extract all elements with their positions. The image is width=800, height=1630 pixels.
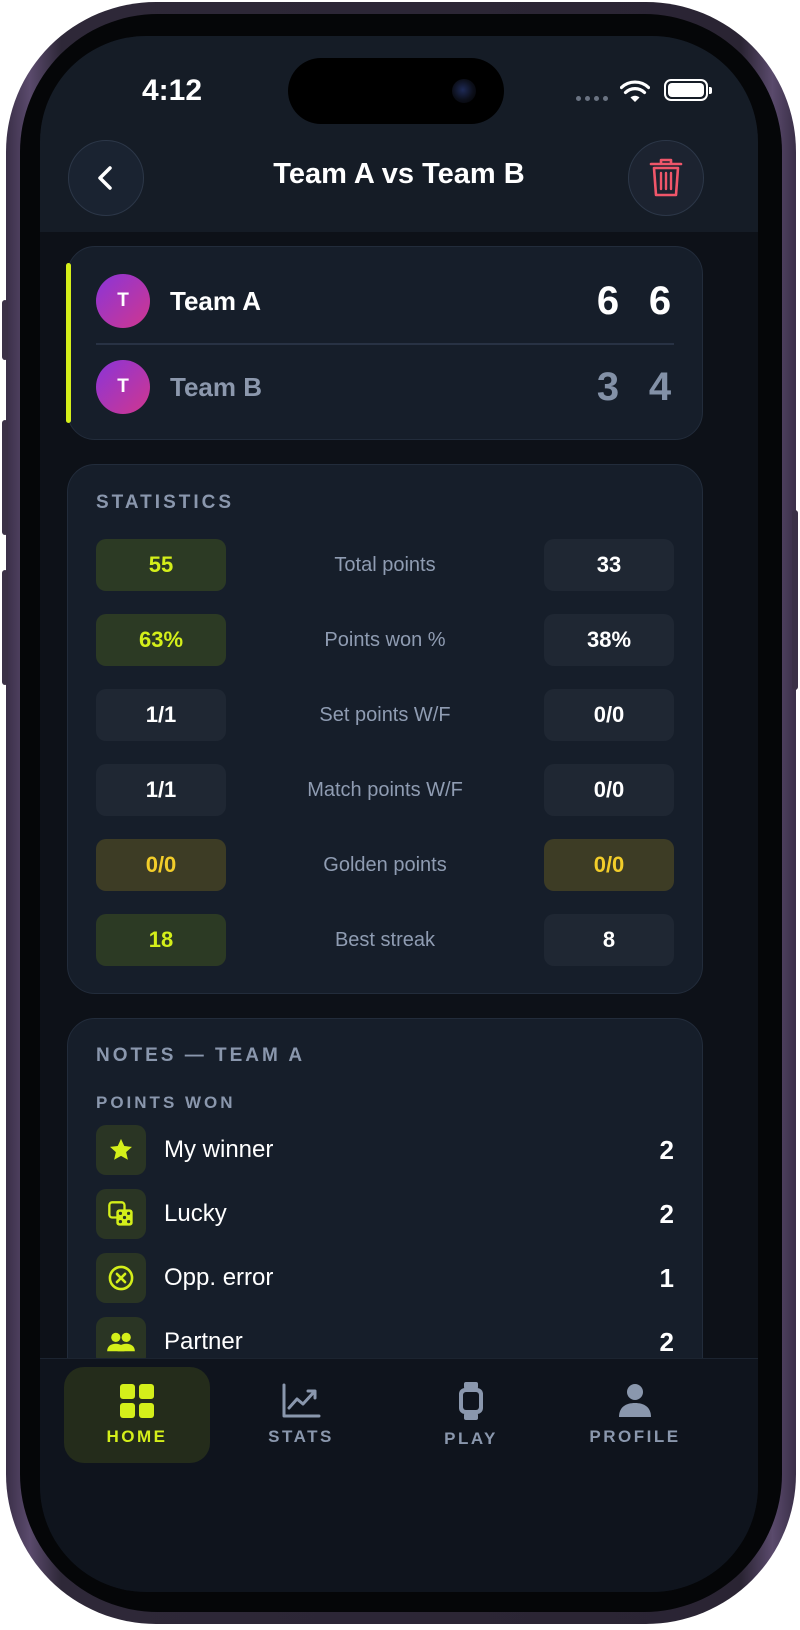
tab-label: HOME — [106, 1427, 168, 1446]
dynamic-island — [288, 58, 504, 124]
stat-value-team-a: 63% — [96, 614, 226, 666]
statistics-card: STATISTICS 55 Total points 33 63% Points… — [67, 464, 703, 994]
set-scores: 6 6 — [594, 279, 674, 324]
tab-stats[interactable]: STATS — [228, 1367, 374, 1463]
tab-play[interactable]: PLAY — [398, 1367, 544, 1463]
camera-icon — [452, 79, 476, 103]
stat-row-set-points: 1/1 Set points W/F 0/0 — [96, 689, 674, 741]
stat-label: Set points W/F — [319, 703, 451, 726]
star-icon — [96, 1125, 146, 1175]
volume-up-button — [2, 420, 8, 535]
stat-value-team-a: 55 — [96, 539, 226, 591]
stat-label: Points won % — [324, 628, 446, 651]
set-score: 4 — [648, 364, 672, 409]
stat-row-match-points: 1/1 Match points W/F 0/0 — [96, 764, 674, 816]
stat-value-team-a: 1/1 — [96, 764, 226, 816]
stat-label: Best streak — [334, 928, 436, 951]
delete-button[interactable] — [628, 140, 704, 216]
tab-label: PLAY — [444, 1429, 498, 1448]
team-row-b: T Team B 3 4 — [96, 345, 674, 429]
wifi-icon — [620, 80, 650, 102]
stat-value-team-a: 18 — [96, 914, 226, 966]
dice-icon — [96, 1189, 146, 1239]
notes-subtitle: POINTS WON — [96, 1093, 236, 1112]
team-row-a: T Team A 6 6 — [96, 259, 674, 343]
note-count: 2 — [659, 1134, 674, 1165]
note-label: My winner — [164, 1136, 274, 1163]
person-icon — [619, 1384, 651, 1417]
set-score: 6 — [596, 278, 620, 323]
set-score: 6 — [648, 278, 672, 323]
stat-value-team-b: 0/0 — [544, 839, 674, 891]
chart-icon — [282, 1383, 321, 1418]
note-item-opp-error[interactable]: Opp. error 1 — [96, 1253, 674, 1303]
stat-label: Total points — [334, 553, 436, 576]
stat-value-team-b: 0/0 — [544, 689, 674, 741]
screen: 4:12 Team A vs Team B T Team A 6 6 T Tea… — [40, 36, 758, 1592]
stat-label: Match points W/F — [307, 778, 463, 801]
stat-value-team-a: 0/0 — [96, 839, 226, 891]
stat-row-best-streak: 18 Best streak 8 — [96, 914, 674, 966]
set-scores: 3 4 — [594, 365, 674, 410]
note-count: 1 — [659, 1262, 674, 1293]
watch-icon — [459, 1382, 483, 1420]
tab-label: PROFILE — [589, 1427, 681, 1446]
tab-bar: HOME STATS PLAY PROFILE — [40, 1358, 758, 1592]
trash-icon — [649, 158, 683, 197]
serve-indicator — [66, 263, 71, 423]
stat-value-team-b: 8 — [544, 914, 674, 966]
action-button — [2, 300, 8, 360]
note-count: 2 — [659, 1198, 674, 1229]
stat-value-team-b: 38% — [544, 614, 674, 666]
team-name: Team B — [170, 371, 262, 402]
avatar: T — [96, 274, 150, 328]
note-label: Partner — [164, 1328, 243, 1355]
stat-value-team-b: 33 — [544, 539, 674, 591]
stat-label: Golden points — [323, 853, 447, 876]
team-name: Team A — [170, 285, 262, 316]
status-bar: 4:12 — [40, 36, 758, 156]
note-item-my-winner[interactable]: My winner 2 — [96, 1125, 674, 1175]
circle-x-icon — [96, 1253, 146, 1303]
set-score: 3 — [596, 364, 620, 409]
avatar: T — [96, 360, 150, 414]
power-button — [792, 510, 798, 690]
battery-icon — [664, 79, 712, 101]
note-count: 2 — [659, 1326, 674, 1357]
note-item-lucky[interactable]: Lucky 2 — [96, 1189, 674, 1239]
score-card: T Team A 6 6 T Team B 3 4 — [66, 246, 703, 440]
grid-icon — [120, 1384, 154, 1418]
stat-value-team-a: 1/1 — [96, 689, 226, 741]
stat-value-team-b: 0/0 — [544, 764, 674, 816]
status-time: 4:12 — [142, 74, 203, 107]
stat-row-golden-points: 0/0 Golden points 0/0 — [96, 839, 674, 891]
volume-down-button — [2, 570, 8, 685]
tab-profile[interactable]: PROFILE — [562, 1367, 708, 1463]
tab-label: STATS — [268, 1427, 334, 1446]
notes-title: NOTES — TEAM A — [96, 1045, 306, 1066]
note-label: Lucky — [164, 1200, 227, 1227]
stat-row-points-won-pct: 63% Points won % 38% — [96, 614, 674, 666]
stat-row-total-points: 55 Total points 33 — [96, 539, 674, 591]
signal-icon — [576, 96, 608, 101]
statistics-title: STATISTICS — [96, 492, 235, 513]
tab-home[interactable]: HOME — [64, 1367, 210, 1463]
note-label: Opp. error — [164, 1264, 274, 1291]
